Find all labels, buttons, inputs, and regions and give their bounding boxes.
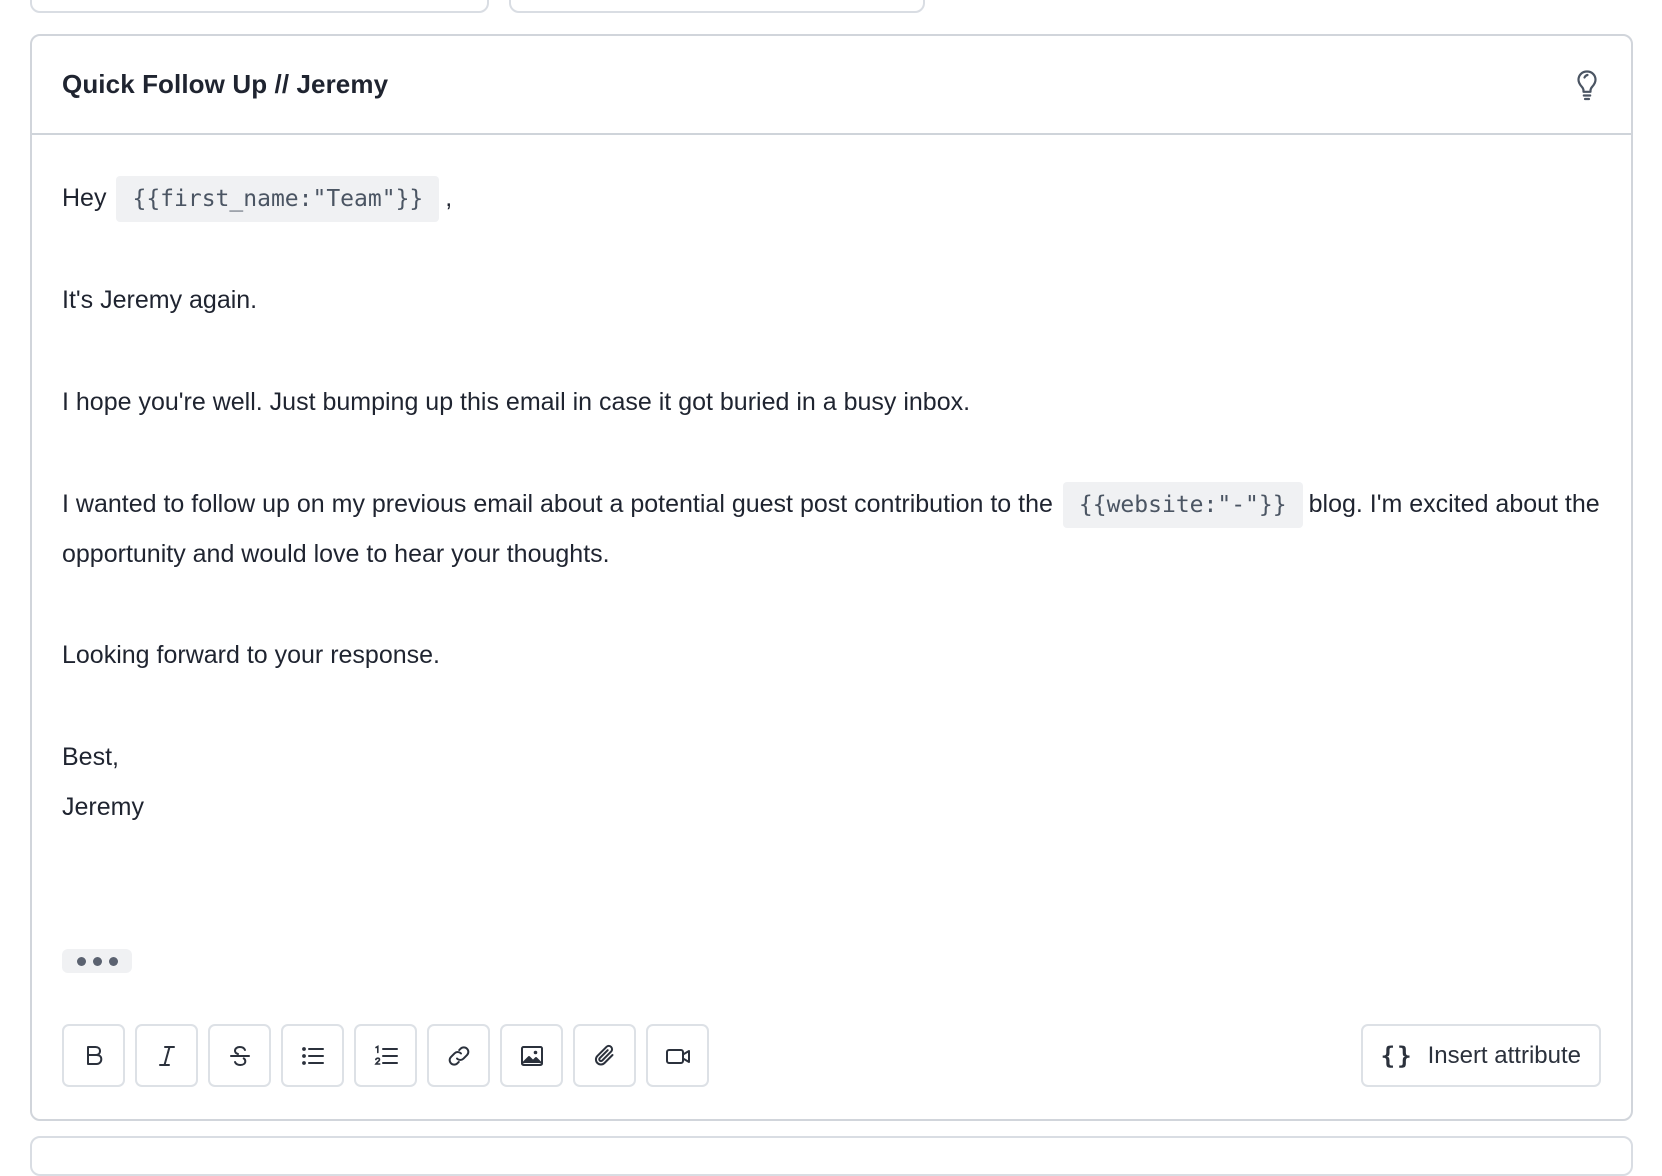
bold-button[interactable]	[62, 1024, 125, 1087]
braces-icon: {}	[1380, 1041, 1414, 1070]
website-attribute-chip[interactable]: {{website:"-"}}	[1062, 482, 1303, 528]
ellipsis-dot-icon	[76, 956, 86, 966]
video-icon	[665, 1048, 690, 1064]
strikethrough-icon	[229, 1045, 250, 1066]
signoff-line: Best,	[62, 743, 119, 771]
followup-text-before: I wanted to follow up on my previous ema…	[62, 490, 1053, 518]
ellipsis-dot-icon	[92, 956, 102, 966]
bullet-list-button[interactable]	[281, 1024, 344, 1087]
bullet-list-icon	[301, 1046, 324, 1065]
insert-attribute-label: Insert attribute	[1427, 1041, 1581, 1069]
link-button[interactable]	[427, 1024, 490, 1087]
next-card-stub	[30, 1136, 1633, 1176]
signature-line: Jeremy	[62, 793, 144, 821]
first-name-attribute-chip[interactable]: {{first_name:"Team"}}	[116, 176, 440, 222]
numbered-list-icon	[373, 1044, 398, 1065]
numbered-list-button[interactable]	[354, 1024, 417, 1087]
card-header: Quick Follow Up // Jeremy	[32, 36, 1631, 135]
image-icon	[520, 1045, 543, 1066]
attachment-icon	[594, 1044, 613, 1065]
looking-forward-line: Looking forward to your response.	[62, 641, 440, 669]
template-title: Quick Follow Up // Jeremy	[62, 69, 389, 99]
email-body-editor[interactable]: Hey {{first_name:"Team"}}, It's Jeremy ag…	[32, 135, 1631, 832]
italic-icon	[158, 1045, 175, 1066]
top-card-stub-right	[509, 0, 925, 13]
link-icon	[448, 1045, 469, 1066]
insert-attribute-button[interactable]: {} Insert attribute	[1360, 1024, 1601, 1087]
lightbulb-icon[interactable]	[1573, 68, 1601, 102]
top-card-stub-left	[30, 0, 489, 13]
greeting-prefix: Hey	[62, 184, 107, 212]
ellipsis-dot-icon	[108, 956, 118, 966]
italic-button[interactable]	[135, 1024, 198, 1087]
intro-line: It's Jeremy again.	[62, 286, 258, 314]
attachment-button[interactable]	[573, 1024, 636, 1087]
formatting-toolbar	[62, 1024, 709, 1087]
bump-line: I hope you're well. Just bumping up this…	[62, 388, 971, 416]
email-template-card: Quick Follow Up // Jeremy Hey {{first_nam…	[30, 34, 1633, 1121]
followup-paragraph: I wanted to follow up on my previous ema…	[62, 479, 1601, 579]
bold-icon	[86, 1045, 102, 1065]
image-button[interactable]	[500, 1024, 563, 1087]
show-more-ellipsis-button[interactable]	[62, 949, 132, 973]
video-button[interactable]	[646, 1024, 709, 1087]
strikethrough-button[interactable]	[208, 1024, 271, 1087]
greeting-line: Hey {{first_name:"Team"}},	[62, 173, 1601, 224]
greeting-suffix: ,	[445, 184, 453, 212]
